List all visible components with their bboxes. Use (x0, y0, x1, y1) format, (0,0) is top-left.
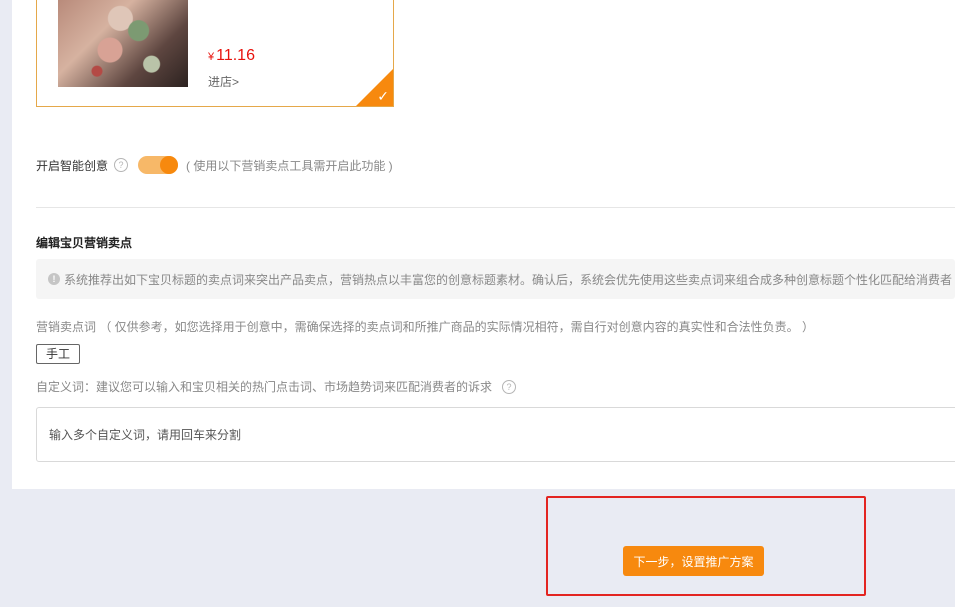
selling-word-tag[interactable]: 手工 (36, 344, 80, 364)
custom-words-label: 自定义词：建议您可以输入和宝贝相关的热门点击词、市场趋势词来匹配消费者的诉求 (36, 380, 493, 394)
selling-words-label: 营销卖点词 （ 仅供参考，如您选择用于创意中，需确保选择的卖点词和所推广商品的实… (36, 320, 815, 334)
price-value: 11.16 (216, 47, 255, 64)
recommendation-notice: ! 系统推荐出如下宝贝标题的卖点词来突出产品卖点，营销热点以丰富您的创意标题素材… (36, 259, 955, 299)
smart-creative-label: 开启智能创意 (36, 158, 109, 173)
next-step-button[interactable]: 下一步，设置推广方案 (623, 546, 764, 576)
custom-words-label-row: 自定义词：建议您可以输入和宝贝相关的热门点击词、市场趋势词来匹配消费者的诉求 ? (36, 378, 517, 395)
enter-shop-link[interactable]: 进店> (208, 73, 239, 90)
product-card[interactable]: ¥11.16 进店> ✓ (36, 0, 394, 107)
smart-creative-row: 开启智能创意 ? ( 使用以下营销卖点工具需开启此功能 ) (36, 155, 393, 175)
toggle-knob (160, 156, 179, 174)
help-icon[interactable]: ? (502, 379, 517, 394)
custom-words-input[interactable]: 输入多个自定义词，请用回车来分割 (36, 407, 955, 462)
help-icon[interactable]: ? (114, 158, 129, 172)
product-thumbnail (58, 0, 188, 87)
product-price: ¥11.16 (208, 47, 255, 65)
notice-text: 系统推荐出如下宝贝标题的卖点词来突出产品卖点，营销热点以丰富您的创意标题素材。确… (64, 272, 953, 287)
info-icon: ! (48, 273, 60, 285)
smart-creative-hint: ( 使用以下营销卖点工具需开启此功能 ) (186, 158, 393, 173)
section-title: 编辑宝贝营销卖点 (36, 236, 133, 250)
currency-symbol: ¥ (208, 51, 215, 63)
smart-creative-toggle[interactable] (138, 156, 179, 174)
checkmark-icon: ✓ (377, 88, 389, 104)
section-divider (36, 207, 955, 208)
